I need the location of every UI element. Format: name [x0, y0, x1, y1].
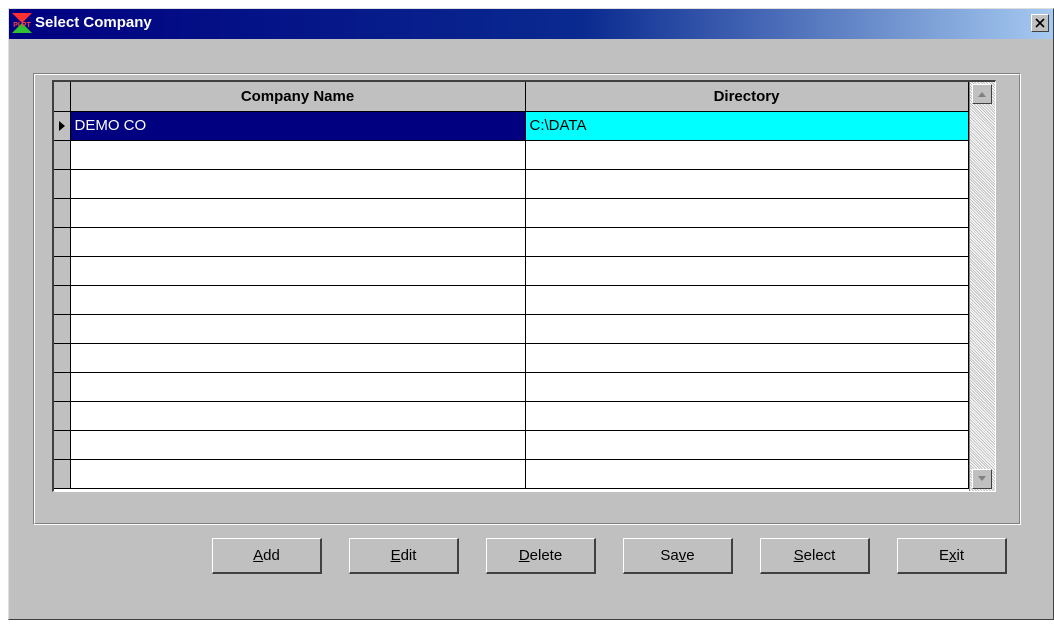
empty-cell[interactable] [525, 285, 969, 315]
empty-table-row[interactable] [54, 140, 969, 170]
empty-cell[interactable] [525, 459, 969, 489]
empty-cell[interactable] [70, 169, 526, 199]
empty-table-row[interactable] [54, 285, 969, 315]
grid-header-row: Company Name Directory [54, 82, 969, 112]
scroll-up-button[interactable] [972, 84, 992, 104]
empty-cell[interactable] [525, 140, 969, 170]
window-title: Select Company [35, 14, 152, 31]
company-table: Company Name Directory DEMO CO C:\DATA [54, 82, 969, 489]
empty-cell[interactable] [525, 198, 969, 228]
empty-table-row[interactable] [54, 401, 969, 431]
empty-cell[interactable] [525, 169, 969, 199]
empty-cell[interactable] [525, 314, 969, 344]
empty-cell[interactable] [70, 227, 526, 257]
empty-cell[interactable] [70, 140, 526, 170]
empty-cell[interactable] [70, 459, 526, 489]
row-indicator[interactable] [54, 430, 71, 460]
row-indicator[interactable] [54, 256, 71, 286]
save-button[interactable]: Sa v e [623, 538, 733, 574]
select-button[interactable]: Select [760, 538, 870, 574]
current-row-arrow-icon [58, 120, 65, 131]
empty-cell[interactable] [525, 401, 969, 431]
row-indicator[interactable] [54, 198, 71, 228]
empty-cell[interactable] [70, 343, 526, 373]
add-button[interactable]: Add [212, 538, 322, 574]
empty-table-row[interactable] [54, 430, 969, 460]
empty-cell[interactable] [525, 372, 969, 402]
row-indicator[interactable] [54, 227, 71, 257]
vertical-scrollbar[interactable] [969, 82, 995, 491]
row-indicator[interactable] [54, 140, 71, 170]
row-indicator-header [54, 82, 71, 112]
empty-table-row[interactable] [54, 314, 969, 344]
row-indicator[interactable] [54, 343, 71, 373]
empty-cell[interactable] [70, 314, 526, 344]
table-row[interactable]: DEMO CO C:\DATA [54, 111, 969, 141]
company-name-cell[interactable]: DEMO CO [70, 111, 526, 141]
row-indicator[interactable] [54, 169, 71, 199]
empty-cell[interactable] [70, 430, 526, 460]
close-icon [1035, 18, 1045, 28]
empty-cell[interactable] [70, 285, 526, 315]
empty-cell[interactable] [525, 430, 969, 460]
exit-button[interactable]: Ex it [897, 538, 1007, 574]
column-header-directory[interactable]: Directory [525, 82, 969, 112]
empty-cell[interactable] [70, 198, 526, 228]
app-logo-icon: PI PT [11, 12, 33, 34]
row-indicator[interactable] [54, 111, 71, 141]
empty-table-row[interactable] [54, 227, 969, 257]
empty-cell[interactable] [70, 401, 526, 431]
directory-cell[interactable]: C:\DATA [525, 111, 969, 141]
row-indicator[interactable] [54, 459, 71, 489]
empty-cell[interactable] [525, 343, 969, 373]
edit-button[interactable]: Edit [349, 538, 459, 574]
arrow-up-icon [978, 92, 986, 97]
empty-cell[interactable] [525, 256, 969, 286]
empty-table-row[interactable] [54, 198, 969, 228]
empty-table-row[interactable] [54, 372, 969, 402]
row-indicator[interactable] [54, 401, 71, 431]
company-grid[interactable]: Company Name Directory DEMO CO C:\DATA [52, 80, 996, 492]
arrow-down-icon [978, 476, 986, 481]
empty-table-row[interactable] [54, 459, 969, 489]
delete-button[interactable]: Delete [486, 538, 596, 574]
empty-cell[interactable] [70, 372, 526, 402]
row-indicator[interactable] [54, 285, 71, 315]
empty-table-row[interactable] [54, 256, 969, 286]
row-indicator[interactable] [54, 372, 71, 402]
empty-cell[interactable] [525, 227, 969, 257]
row-indicator[interactable] [54, 314, 71, 344]
title-bar[interactable]: PI PT Select Company [9, 9, 1053, 39]
empty-cell[interactable] [70, 256, 526, 286]
close-button[interactable] [1031, 14, 1049, 32]
empty-table-row[interactable] [54, 343, 969, 373]
empty-table-row[interactable] [54, 169, 969, 199]
column-header-company-name[interactable]: Company Name [70, 82, 526, 112]
scroll-down-button[interactable] [972, 469, 992, 489]
svg-text:PI PT: PI PT [13, 22, 31, 29]
